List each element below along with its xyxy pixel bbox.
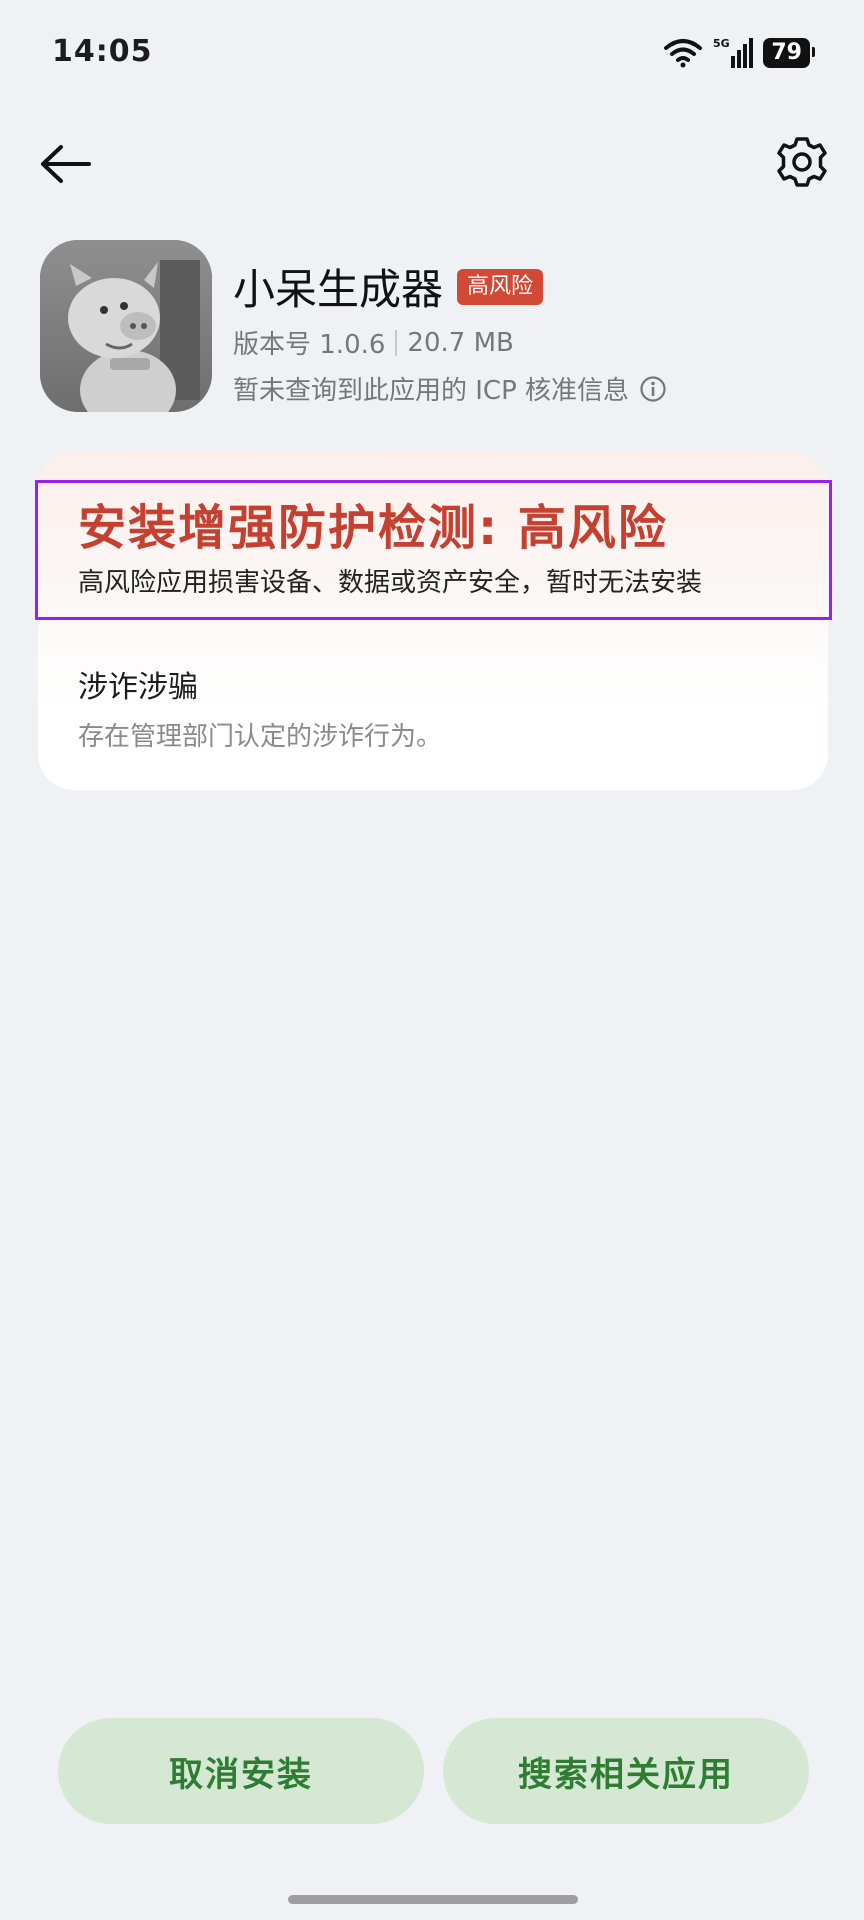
app-version: 版本号 1.0.6 <box>233 330 386 360</box>
home-indicator[interactable] <box>288 1895 578 1904</box>
status-icons: 5G 79 <box>663 36 815 70</box>
cancel-install-button[interactable]: 取消安装 <box>58 1718 424 1824</box>
arrow-left-icon <box>41 145 91 183</box>
pig-character-icon <box>40 240 212 412</box>
app-meta: 版本号 1.0.6 20.7 MB <box>233 324 514 361</box>
cellular-signal-icon: 5G <box>713 37 754 68</box>
back-button[interactable] <box>36 134 96 194</box>
settings-button[interactable] <box>770 130 834 194</box>
network-type-label: 5G <box>713 37 730 50</box>
risk-badge: 高风险 <box>457 268 544 305</box>
info-icon[interactable] <box>639 375 667 403</box>
icp-notice: 暂未查询到此应用的 ICP 核准信息 <box>233 376 630 406</box>
wifi-icon <box>664 39 703 68</box>
issue-title: 涉诈涉骗 <box>78 670 198 705</box>
status-time: 14:05 <box>52 34 153 69</box>
issue-description: 存在管理部门认定的涉诈行为。 <box>78 722 443 752</box>
risk-description: 高风险应用损害设备、数据或资产安全，暂时无法安装 <box>78 568 703 598</box>
search-related-apps-button[interactable]: 搜索相关应用 <box>443 1718 809 1824</box>
battery-icon: 79 <box>763 38 815 68</box>
nav-bar <box>0 120 864 200</box>
app-header: 小呆生成器 高风险 版本号 1.0.6 20.7 MB 暂未查询到此应用的 IC… <box>40 240 830 415</box>
app-size: 20.7 MB <box>407 327 514 358</box>
meta-divider <box>395 329 398 356</box>
gear-icon <box>777 137 827 187</box>
battery-level: 79 <box>771 40 802 65</box>
icp-notice-row[interactable]: 暂未查询到此应用的 ICP 核准信息 <box>233 370 667 407</box>
app-name: 小呆生成器 <box>233 265 444 314</box>
app-icon <box>40 240 212 412</box>
risk-title: 安装增强防护检测: 高风险 <box>78 500 668 556</box>
status-bar: 14:05 5G 79 <box>0 0 864 100</box>
risk-detection-card: 安装增强防护检测: 高风险 高风险应用损害设备、数据或资产安全，暂时无法安装 涉… <box>35 452 832 790</box>
app-name-row: 小呆生成器 高风险 <box>233 256 544 317</box>
